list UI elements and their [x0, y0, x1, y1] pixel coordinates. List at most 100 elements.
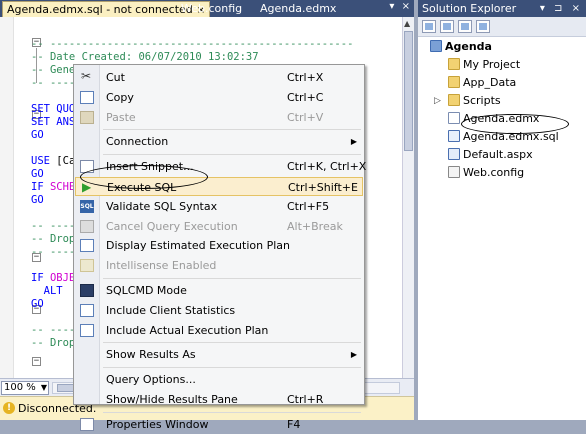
refresh-button[interactable] — [458, 20, 472, 33]
menu-item-shortcut: Ctrl+F5 — [287, 199, 330, 213]
tree-item-default-aspx[interactable]: Default.aspx — [448, 147, 533, 163]
code-token: SET ANS — [31, 116, 76, 128]
menu-item-show-results-as[interactable]: Show Results As ▶ — [75, 345, 363, 364]
menu-item-label: Properties Window — [106, 417, 209, 431]
menu-item-label: Copy — [106, 90, 134, 104]
menu-item-shortcut: Ctrl+C — [287, 90, 324, 104]
outline-margin: − − − − − — [15, 17, 41, 378]
tab-label: Agenda.edmx — [260, 2, 337, 15]
validate-sql-icon: SQL — [80, 199, 94, 213]
menu-item-intellisense-enabled: Intellisense Enabled — [75, 256, 363, 275]
tree-item-scripts[interactable]: ▷ Scripts — [434, 93, 501, 109]
code-line: -- Date Created: 06/07/2010 13:02:37 — [31, 51, 259, 64]
zoom-value: 100 % — [4, 382, 36, 393]
code-token: -- ---- — [31, 246, 76, 258]
cut-icon — [80, 67, 94, 86]
tree-item-agenda[interactable]: Agenda — [430, 39, 492, 55]
code-line: -- ---- — [31, 220, 75, 233]
code-token: -- -------------------------------------… — [31, 38, 354, 50]
menu-item-shortcut: Alt+Break — [287, 219, 343, 233]
menu-item-shortcut: Ctrl+R — [287, 393, 324, 406]
editor-tab-strip: Agenda.edmx.sql - not connected × Web.con… — [0, 0, 414, 17]
code-line: GO — [31, 194, 44, 207]
menu-separator — [103, 154, 361, 156]
editor-context-menu: Cut Ctrl+X Copy Ctrl+C Paste Ctrl+V Connection… — [73, 64, 366, 431]
tree-item-my-project[interactable]: My Project — [448, 57, 520, 73]
menu-item-sqlcmd-mode[interactable]: SQLCMD Mode — [75, 281, 363, 300]
tree-item-label: My Project — [463, 58, 521, 71]
settings-folder-icon — [448, 58, 460, 70]
code-token: GO — [31, 168, 44, 180]
menu-item-label: Intellisense Enabled — [106, 259, 217, 273]
code-line: -- -------------------------------------… — [31, 38, 353, 51]
code-token: GO — [31, 129, 44, 141]
execution-plan-icon — [80, 239, 94, 253]
tab-web-config[interactable]: Web.config — [177, 1, 246, 17]
scroll-up-icon[interactable]: ▲ — [404, 19, 410, 28]
code-token: IF — [31, 181, 50, 193]
tab-dropdown-close-icons[interactable]: ▾ × — [389, 1, 412, 12]
menu-item-cancel-query-execution: Cancel Query Execution Alt+Break — [75, 217, 363, 236]
menu-item-label: Cut — [106, 71, 125, 84]
scroll-thumb[interactable] — [404, 31, 413, 151]
tree-item-label: Scripts — [463, 94, 501, 107]
menu-item-show-hide-results-pane[interactable]: Show/Hide Results Pane Ctrl+R — [75, 390, 363, 409]
solution-explorer-toolbar — [418, 17, 586, 37]
menu-item-label: Include Client Statistics — [106, 303, 236, 317]
code-token: IF — [31, 272, 50, 284]
menu-item-label: Validate SQL Syntax — [106, 199, 218, 213]
config-file-icon — [448, 166, 460, 178]
menu-item-display-estimated-execution-plan[interactable]: Display Estimated Execution Plan — [75, 236, 363, 255]
tree-item-web-config[interactable]: Web.config — [448, 165, 524, 181]
menu-item-label: Paste — [106, 110, 136, 124]
zoom-dropdown[interactable]: 100 % ▼ — [1, 381, 49, 395]
editor-gutter — [0, 17, 14, 378]
menu-item-properties-window[interactable]: Properties Window F4 — [75, 415, 363, 434]
show-all-files-button[interactable] — [440, 20, 454, 33]
menu-item-cut[interactable]: Cut Ctrl+X — [75, 67, 363, 87]
view-designer-button[interactable] — [476, 20, 490, 33]
menu-item-query-options[interactable]: Query Options... — [75, 370, 363, 389]
menu-item-label: Query Options... — [106, 373, 196, 387]
menu-item-label: Show/Hide Results Pane — [106, 393, 238, 406]
properties-button[interactable] — [422, 20, 436, 33]
menu-item-shortcut: Ctrl+V — [287, 110, 324, 124]
collapse-icon[interactable]: − — [32, 357, 41, 366]
highlight-circle — [461, 114, 569, 134]
code-line: -- ---- — [31, 324, 75, 337]
menu-item-label: Display Estimated Execution Plan — [106, 239, 290, 253]
folder-icon — [448, 94, 460, 106]
menu-separator — [103, 367, 361, 369]
warning-icon: ! — [3, 402, 15, 414]
sql-file-icon — [448, 130, 460, 142]
tree-item-label: App_Data — [463, 76, 517, 89]
code-token: -- Gene — [31, 64, 76, 76]
menu-item-validate-sql-syntax[interactable]: SQL Validate SQL Syntax Ctrl+F5 — [75, 197, 363, 216]
tree-item-label: Web.config — [463, 166, 525, 179]
code-line: SET QUO — [31, 103, 75, 116]
menu-separator — [103, 342, 361, 344]
code-line: -- ---- — [31, 246, 75, 259]
cancel-query-icon — [80, 219, 94, 233]
panel-controls-icons[interactable]: ▾ ⊐ × — [540, 0, 583, 17]
menu-item-label: Connection — [106, 135, 169, 149]
menu-item-shortcut: Ctrl+Shift+E — [288, 181, 358, 194]
folder-icon — [448, 76, 460, 88]
menu-item-connection[interactable]: Connection ▶ — [75, 132, 363, 151]
code-token: SET QUO — [31, 103, 76, 115]
menu-item-include-actual-execution-plan[interactable]: Include Actual Execution Plan — [75, 321, 363, 340]
expand-arrow-icon[interactable]: ▷ — [434, 93, 441, 109]
project-icon — [430, 40, 442, 52]
menu-item-copy[interactable]: Copy Ctrl+C — [75, 88, 363, 107]
code-line: SET ANS — [31, 116, 75, 129]
tree-item-app-data[interactable]: App_Data — [448, 75, 516, 91]
code-line: -- Drop — [31, 337, 75, 350]
chevron-down-icon: ▼ — [40, 383, 47, 392]
code-token: -- Drop — [31, 337, 76, 349]
code-token: GO — [31, 298, 44, 310]
vertical-scrollbar[interactable]: ▲ — [402, 17, 414, 378]
menu-item-label: SQLCMD Mode — [106, 284, 187, 297]
tab-agenda-edmx[interactable]: Agenda.edmx — [256, 1, 340, 17]
code-line: -- ---- — [31, 77, 75, 90]
menu-item-include-client-statistics[interactable]: Include Client Statistics — [75, 301, 363, 320]
